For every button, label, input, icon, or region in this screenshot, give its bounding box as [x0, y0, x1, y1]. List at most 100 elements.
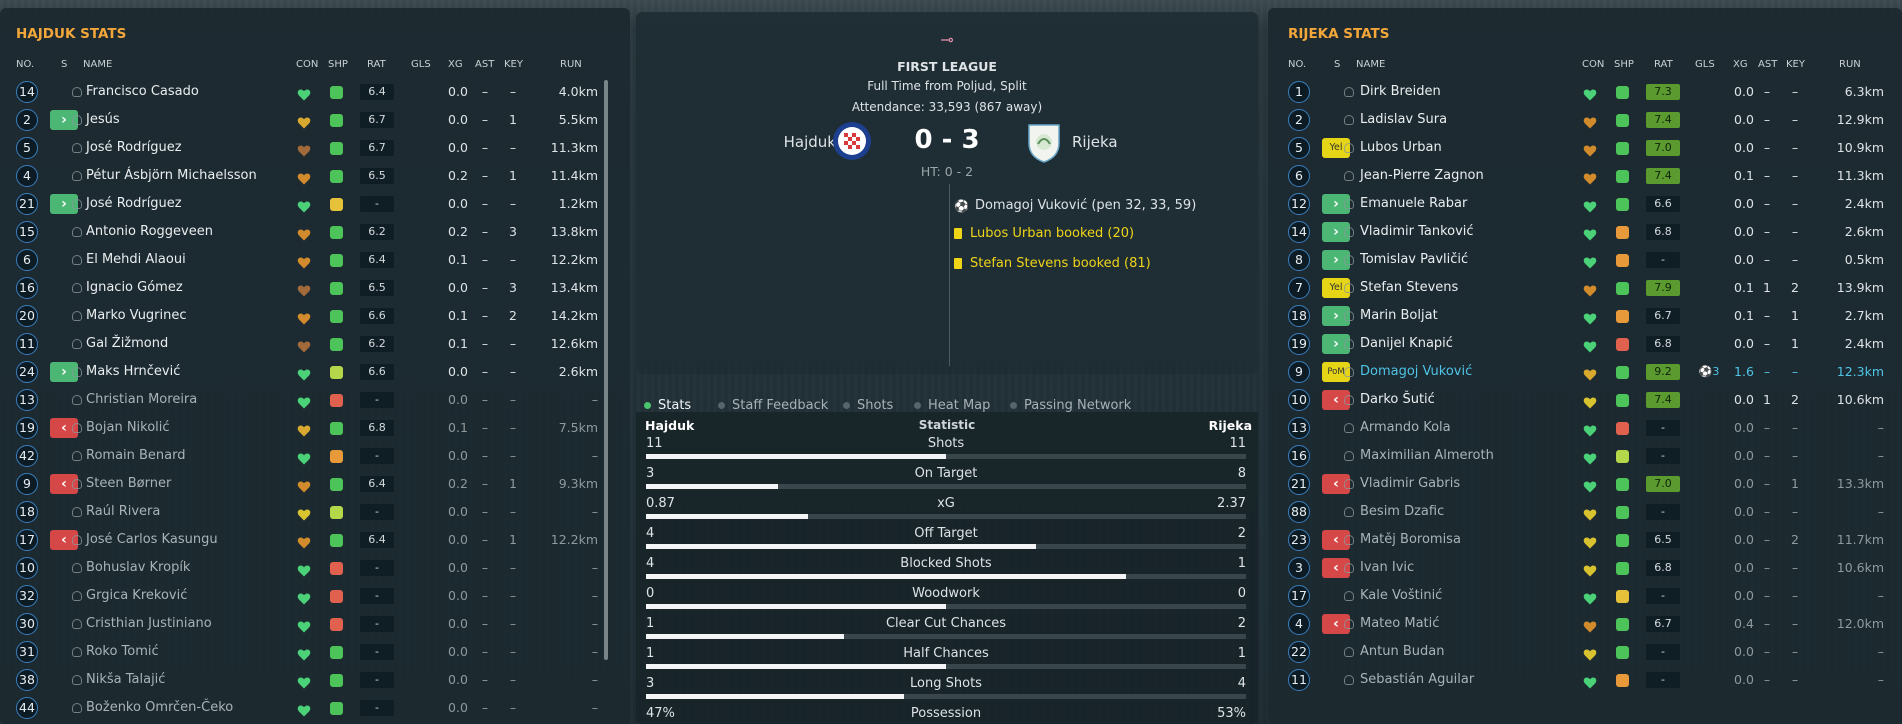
- table-row[interactable]: 12 › Emanuele Rabar 6.6 0.0– –2.4km: [1268, 190, 1902, 218]
- col-rat[interactable]: RAT: [1654, 59, 1673, 70]
- player-name[interactable]: Romain Benard: [86, 442, 186, 470]
- col-rat[interactable]: RAT: [367, 59, 386, 70]
- tab-stats[interactable]: Stats: [644, 398, 691, 413]
- table-row[interactable]: 14 › Vladimir Tanković 6.8 0.0– –2.6km: [1268, 218, 1902, 246]
- table-row[interactable]: 2 › Jesús 6.7 0.0–1 5.5km: [0, 106, 630, 134]
- table-row[interactable]: 10 ‹ Darko Šutić 7.4 0.0 1 2 10.6km: [1268, 386, 1902, 414]
- col-no[interactable]: NO.: [1288, 59, 1306, 70]
- col-xg[interactable]: XG: [1733, 59, 1748, 70]
- col-key[interactable]: KEY: [1786, 59, 1805, 70]
- col-shp[interactable]: SHP: [328, 59, 348, 70]
- player-name[interactable]: Vladimir Gabris: [1360, 470, 1460, 498]
- player-name[interactable]: Maximilian Almeroth: [1360, 442, 1494, 470]
- player-name[interactable]: Besim Dzafic: [1360, 498, 1444, 526]
- player-name[interactable]: José Rodríguez: [86, 134, 182, 162]
- col-gls[interactable]: GLS: [1695, 59, 1715, 70]
- tab-passing-network[interactable]: Passing Network: [1010, 398, 1131, 413]
- table-row[interactable]: 2 Ladislav Sura 7.4 0.0– –12.9km: [1268, 106, 1902, 134]
- tab-heat-map[interactable]: Heat Map: [914, 398, 990, 413]
- col-s[interactable]: S: [61, 59, 67, 70]
- table-row[interactable]: 3 ‹ Ivan Ivic 6.8 0.0– –10.6km: [1268, 554, 1902, 582]
- player-name[interactable]: Bohuslav Kropík: [86, 554, 190, 582]
- table-row[interactable]: 15 Antonio Roggeveen 6.2 0.2– 3 13.8km: [0, 218, 630, 246]
- player-name[interactable]: Cristhian Justiniano: [86, 610, 212, 638]
- col-no[interactable]: NO.: [16, 59, 34, 70]
- player-name[interactable]: Domagoj Vuković: [1360, 358, 1472, 386]
- col-run[interactable]: RUN: [1839, 59, 1861, 70]
- table-row[interactable]: 14 Francisco Casado 6.4 0.0– –4.0km: [0, 78, 630, 106]
- table-row[interactable]: 16 Ignacio Gómez 6.5 0.0– 3 13.4km: [0, 274, 630, 302]
- table-row[interactable]: 88 Besim Dzafic -0.0– – –: [1268, 498, 1902, 526]
- player-name[interactable]: Matěj Boromisa: [1360, 526, 1461, 554]
- player-name[interactable]: Ivan Ivic: [1360, 554, 1414, 582]
- col-shp[interactable]: SHP: [1614, 59, 1634, 70]
- table-row[interactable]: 6 El Mehdi Alaoui 6.4 0.1– –12.2km: [0, 246, 630, 274]
- player-name[interactable]: Ladislav Sura: [1360, 106, 1447, 134]
- table-row[interactable]: 11 Sebastián Aguilar -0.0– – –: [1268, 666, 1902, 694]
- competition-name[interactable]: FIRST LEAGUE: [636, 59, 1258, 74]
- player-name[interactable]: Stefan Stevens: [1360, 274, 1458, 302]
- col-name[interactable]: NAME: [1356, 59, 1385, 70]
- table-row[interactable]: 21 ‹ Vladimir Gabris 7.0 0.0–1 13.3km: [1268, 470, 1902, 498]
- table-row[interactable]: 9 ‹ Steen Børner 6.4 0.2–1 9.3km: [0, 470, 630, 498]
- player-name[interactable]: Roko Tomić: [86, 638, 159, 666]
- player-name[interactable]: Nikša Talajić: [86, 666, 165, 694]
- player-name[interactable]: Sebastián Aguilar: [1360, 666, 1474, 694]
- table-row[interactable]: 30 Cristhian Justiniano -0.0– – –: [0, 610, 630, 638]
- player-name[interactable]: Emanuele Rabar: [1360, 190, 1467, 218]
- table-row[interactable]: 19 › Danijel Knapić 6.8 0.0–1 2.4km: [1268, 330, 1902, 358]
- player-name[interactable]: Antonio Roggeveen: [86, 218, 213, 246]
- table-row[interactable]: 9 PoM Domagoj Vuković 9.2 ⚽3 1.6– –12.3km: [1268, 358, 1902, 386]
- table-row[interactable]: 7 Yel Stefan Stevens 7.9 0.1 1 2 13.9km: [1268, 274, 1902, 302]
- col-key[interactable]: KEY: [504, 59, 523, 70]
- player-name[interactable]: Mateo Matić: [1360, 610, 1439, 638]
- table-row[interactable]: 5 José Rodríguez 6.7 0.0– –11.3km: [0, 134, 630, 162]
- table-row[interactable]: 23 ‹ Matěj Boromisa 6.5 0.0–2 11.7km: [1268, 526, 1902, 554]
- table-row[interactable]: 42 Romain Benard -0.0– – –: [0, 442, 630, 470]
- player-name[interactable]: José Rodríguez: [86, 190, 182, 218]
- table-row[interactable]: 13 Christian Moreira -0.0– – –: [0, 386, 630, 414]
- table-row[interactable]: 1 Dirk Breiden 7.3 0.0– –6.3km: [1268, 78, 1902, 106]
- table-row[interactable]: 11 Gal Žižmond 6.2 0.1– –12.6km: [0, 330, 630, 358]
- player-name[interactable]: Marin Boljat: [1360, 302, 1438, 330]
- table-row[interactable]: 38 Nikša Talajić -0.0– – –: [0, 666, 630, 694]
- player-name[interactable]: Darko Šutić: [1360, 386, 1435, 414]
- table-row[interactable]: 4 Pétur Ásbjörn Michaelsson 6.5 0.2– 1 11.4km: [0, 162, 630, 190]
- player-name[interactable]: Jean-Pierre Zagnon: [1360, 162, 1484, 190]
- col-con[interactable]: CON: [1582, 59, 1604, 70]
- tab-staff-feedback[interactable]: Staff Feedback: [718, 398, 828, 413]
- col-xg[interactable]: XG: [448, 59, 463, 70]
- table-row[interactable]: 21 › José Rodríguez -0.0– –1.2km: [0, 190, 630, 218]
- table-row[interactable]: 18 Raúl Rivera -0.0– – –: [0, 498, 630, 526]
- player-name[interactable]: Vladimir Tanković: [1360, 218, 1474, 246]
- table-row[interactable]: 17 ‹ José Carlos Kasungu 6.4 0.0–1 12.2km: [0, 526, 630, 554]
- table-row[interactable]: 16 Maximilian Almeroth -0.0– – –: [1268, 442, 1902, 470]
- table-row[interactable]: 10 Bohuslav Kropík -0.0– – –: [0, 554, 630, 582]
- rijeka-crest[interactable]: [1026, 121, 1062, 163]
- col-run[interactable]: RUN: [560, 59, 582, 70]
- table-row[interactable]: 6 Jean-Pierre Zagnon 7.4 0.1– –11.3km: [1268, 162, 1902, 190]
- player-name[interactable]: Raúl Rivera: [86, 498, 160, 526]
- player-name[interactable]: Maks Hrnčević: [86, 358, 180, 386]
- player-name[interactable]: Tomislav Pavličić: [1360, 246, 1468, 274]
- player-name[interactable]: Danijel Knapić: [1360, 330, 1453, 358]
- player-name[interactable]: Ignacio Gómez: [86, 274, 183, 302]
- player-name[interactable]: Antun Budan: [1360, 638, 1444, 666]
- player-name[interactable]: Steen Børner: [86, 470, 171, 498]
- player-name[interactable]: Armando Kola: [1360, 414, 1451, 442]
- table-row[interactable]: 4 ‹ Mateo Matić 6.7 0.4– –12.0km: [1268, 610, 1902, 638]
- away-team-name[interactable]: Rijeka: [1072, 133, 1118, 151]
- tab-shots[interactable]: Shots: [843, 398, 893, 413]
- table-row[interactable]: 31 Roko Tomić -0.0– – –: [0, 638, 630, 666]
- col-ast[interactable]: AST: [1758, 59, 1777, 70]
- table-row[interactable]: 5 Yel Lubos Urban 7.0 0.0– –10.9km: [1268, 134, 1902, 162]
- col-name[interactable]: NAME: [83, 59, 112, 70]
- col-con[interactable]: CON: [296, 59, 318, 70]
- player-name[interactable]: Bojan Nikolić: [86, 414, 170, 442]
- player-name[interactable]: Pétur Ásbjörn Michaelsson: [86, 162, 257, 190]
- player-name[interactable]: Francisco Casado: [86, 78, 199, 106]
- scrollbar[interactable]: [604, 80, 608, 660]
- table-row[interactable]: 32 Grgica Kreković -0.0– – –: [0, 582, 630, 610]
- table-row[interactable]: 44 Boženko Omrčen-Čeko -0.0– – –: [0, 694, 630, 722]
- player-name[interactable]: Gal Žižmond: [86, 330, 168, 358]
